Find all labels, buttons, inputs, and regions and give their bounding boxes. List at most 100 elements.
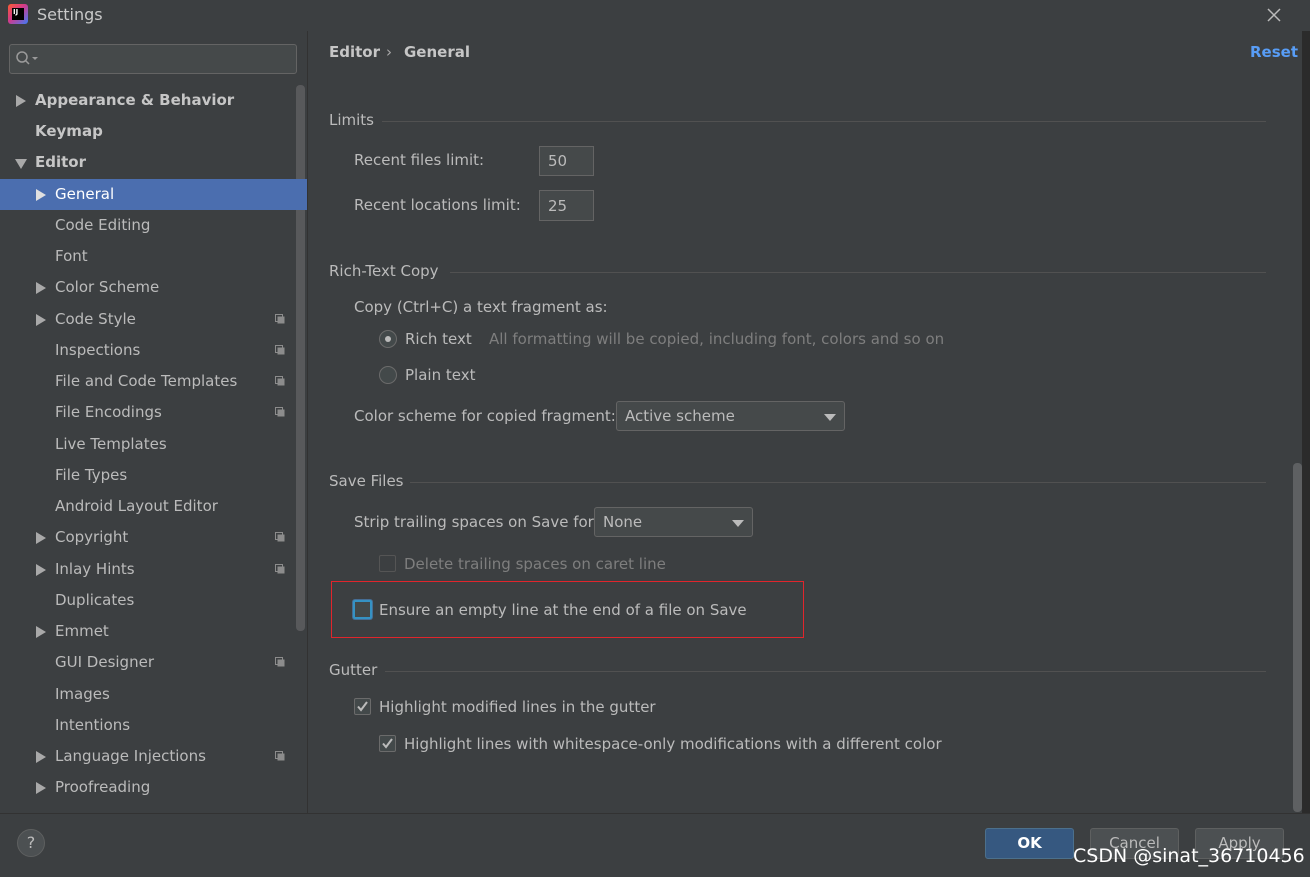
strip-spaces-dropdown[interactable]: None (594, 507, 753, 537)
sidebar-item-android-layout-editor[interactable]: Android Layout Editor (0, 491, 296, 522)
sidebar-item-label: Live Templates (55, 435, 167, 453)
sidebar-item-gui-designer[interactable]: GUI Designer (0, 647, 296, 678)
sidebar-item-proofreading[interactable]: Proofreading (0, 772, 296, 803)
sidebar-item-file-code-templates[interactable]: File and Code Templates (0, 366, 296, 397)
sidebar-item-label: Images (55, 685, 110, 703)
chevron-right-icon[interactable] (36, 626, 46, 638)
sidebar-item-inspections[interactable]: Inspections (0, 335, 296, 366)
sidebar-item-keymap[interactable]: Keymap (0, 116, 296, 147)
chevron-right-icon[interactable] (36, 282, 46, 294)
plain-text-radio[interactable] (379, 366, 397, 384)
watermark-text: CSDN @sinat_36710456 (1073, 845, 1305, 867)
content-scrollbar-thumb[interactable] (1293, 463, 1302, 812)
app-logo-icon: IJ (8, 4, 28, 24)
sidebar-item-label: Font (55, 247, 88, 265)
sidebar-item-font[interactable]: Font (0, 241, 296, 272)
title-bar (0, 0, 1310, 31)
breadcrumb-editor[interactable]: Editor (329, 43, 380, 61)
chevron-down-icon (824, 414, 836, 421)
sidebar-scrollbar[interactable] (296, 85, 305, 631)
ensure-empty-line-checkbox[interactable] (353, 600, 372, 619)
chevron-right-icon[interactable] (36, 189, 46, 201)
close-button[interactable] (1260, 2, 1288, 28)
ensure-empty-line-label[interactable]: Ensure an empty line at the end of a fil… (379, 601, 747, 619)
sidebar-item-inlay-hints[interactable]: Inlay Hints (0, 554, 296, 585)
sidebar-item-label: Code Style (55, 310, 136, 328)
delete-trailing-checkbox[interactable] (379, 555, 396, 572)
search-icon (16, 51, 38, 65)
project-scope-icon (275, 345, 285, 355)
chevron-right-icon[interactable] (36, 782, 46, 794)
sidebar-item-duplicates[interactable]: Duplicates (0, 585, 296, 616)
chevron-right-icon[interactable] (36, 564, 46, 576)
sidebar-item-label: Inspections (55, 341, 141, 359)
sidebar-item-code-style[interactable]: Code Style (0, 304, 296, 335)
highlight-whitespace-label[interactable]: Highlight lines with whitespace-only mod… (404, 735, 942, 753)
sidebar-item-label: General (55, 185, 115, 203)
rich-text-label[interactable]: Rich text (405, 330, 472, 348)
sidebar-item-label: GUI Designer (55, 653, 154, 671)
project-scope-icon (275, 376, 285, 386)
checkmark-icon (357, 701, 368, 712)
sidebar-item-code-editing[interactable]: Code Editing (0, 210, 296, 241)
sidebar-item-file-types[interactable]: File Types (0, 460, 296, 491)
recent-files-label: Recent files limit: (354, 151, 485, 169)
project-scope-icon (275, 532, 285, 542)
checkmark-icon (382, 738, 393, 749)
sidebar-item-label: Editor (35, 153, 86, 171)
chevron-right-icon[interactable] (36, 532, 46, 544)
plain-text-label[interactable]: Plain text (405, 366, 475, 384)
project-scope-icon (275, 407, 285, 417)
color-scheme-dropdown[interactable]: Active scheme (616, 401, 845, 431)
section-divider (385, 671, 1266, 672)
chevron-right-icon[interactable] (36, 751, 46, 763)
chevron-right-icon[interactable] (16, 95, 26, 107)
recent-files-input[interactable] (539, 146, 594, 176)
sidebar-item-copyright[interactable]: Copyright (0, 522, 296, 553)
recent-locations-input[interactable] (539, 190, 594, 221)
sidebar-item-emmet[interactable]: Emmet (0, 616, 296, 647)
highlight-modified-label[interactable]: Highlight modified lines in the gutter (379, 698, 656, 716)
ok-button[interactable]: OK (985, 828, 1074, 859)
breadcrumb-separator: › (386, 43, 392, 61)
search-input[interactable] (9, 44, 297, 74)
sidebar-item-live-templates[interactable]: Live Templates (0, 429, 296, 460)
sidebar-item-editor[interactable]: Editor (0, 147, 296, 178)
help-button[interactable]: ? (17, 829, 45, 857)
sidebar-item-general[interactable]: General (0, 179, 308, 210)
breadcrumb-general: General (404, 43, 470, 61)
rich-text-radio[interactable] (379, 330, 397, 348)
color-scheme-label: Color scheme for copied fragment: (354, 407, 616, 425)
sidebar-item-color-scheme[interactable]: Color Scheme (0, 272, 296, 303)
sidebar-item-label: Copyright (55, 528, 129, 546)
chevron-down-icon[interactable] (15, 159, 27, 169)
sidebar-item-label: Inlay Hints (55, 560, 135, 578)
highlight-whitespace-checkbox[interactable] (379, 735, 396, 752)
section-divider (450, 272, 1266, 273)
sidebar-item-appearance-behavior[interactable]: Appearance & Behavior (0, 85, 296, 116)
highlight-modified-checkbox[interactable] (354, 698, 371, 715)
project-scope-icon (275, 314, 285, 324)
copy-as-label: Copy (Ctrl+C) a text fragment as: (354, 298, 608, 316)
window-edge (1302, 31, 1310, 876)
sidebar-item-file-encodings[interactable]: File Encodings (0, 397, 296, 428)
sidebar-item-label: Emmet (55, 622, 109, 640)
recent-locations-label: Recent locations limit: (354, 196, 521, 214)
sidebar-item-label: Color Scheme (55, 278, 160, 296)
chevron-right-icon[interactable] (36, 314, 46, 326)
project-scope-icon (275, 564, 285, 574)
sidebar: Appearance & Behavior Keymap Editor Gene… (0, 31, 308, 813)
reset-link[interactable]: Reset (1250, 43, 1298, 61)
sidebar-item-language-injections[interactable]: Language Injections (0, 741, 296, 772)
section-divider (410, 482, 1266, 483)
strip-spaces-value: None (603, 513, 643, 531)
sidebar-item-label: File and Code Templates (55, 372, 238, 390)
sidebar-item-label: File Encodings (55, 403, 162, 421)
delete-trailing-label: Delete trailing spaces on caret line (404, 555, 666, 573)
section-title-save-files: Save Files (329, 472, 404, 490)
sidebar-item-label: File Types (55, 466, 128, 484)
sidebar-item-intentions[interactable]: Intentions (0, 710, 296, 741)
sidebar-item-images[interactable]: Images (0, 679, 296, 710)
sidebar-item-label: Keymap (35, 122, 103, 140)
sidebar-item-label: Proofreading (55, 778, 151, 796)
